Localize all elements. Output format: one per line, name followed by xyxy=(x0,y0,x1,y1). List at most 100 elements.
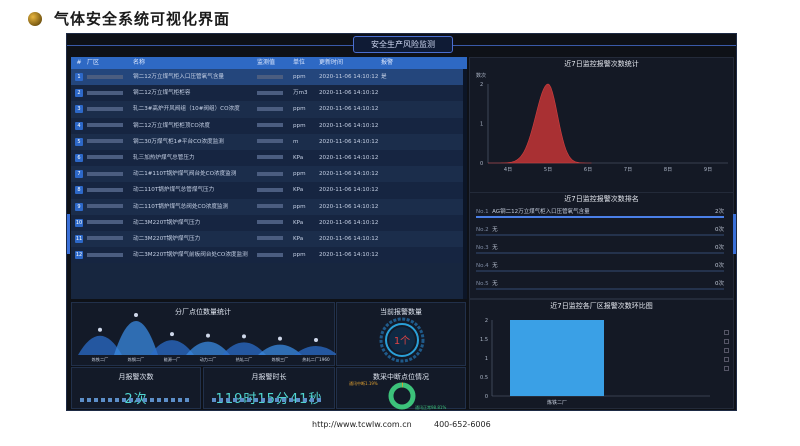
plant-point-peak xyxy=(150,340,194,355)
row-name: 钢二30万煤气柜1#平台CO浓度监测 xyxy=(133,138,224,145)
toolbox-icon[interactable] xyxy=(724,357,729,362)
rank-count: 0次 xyxy=(715,281,724,287)
alarm-trend-chart: 数次 0 1 2 4日 5日 6日 7日 8日 9日 xyxy=(476,72,728,173)
row-plant xyxy=(87,69,133,85)
row-time: 2020-11-06 14:10:12 xyxy=(319,187,379,194)
slide-header: 气体安全系统可视化界面 xyxy=(28,8,230,29)
table-row[interactable]: 12 动二3M220T锅炉煤气前板阀台处CO浓度监测 ppm 2020-11-06 1… xyxy=(71,247,467,264)
row-time: 2020-11-06 14:10:12 xyxy=(319,90,379,97)
plant-icon xyxy=(242,334,246,339)
row-name: 轧三加热炉煤气总管压力 xyxy=(133,154,195,161)
row-value xyxy=(257,134,293,150)
current-alarm-gauge: 1个 xyxy=(379,317,425,363)
alarm-trend-title: 近7日监控报警次数统计 xyxy=(564,60,639,68)
row-plant xyxy=(87,215,133,231)
toolbox-icon[interactable] xyxy=(724,348,729,353)
row-plant xyxy=(87,118,133,134)
rank-bar xyxy=(476,216,724,218)
table-row[interactable]: 3 轧二3#高炉开风阀组（10#阀组）CO浓度 ppm 2020-11-06 14:1… xyxy=(71,101,467,118)
alarm-trend-ylabel: 数次 xyxy=(476,72,486,79)
row-value xyxy=(257,118,293,134)
row-name: 动二3M220T锅炉煤气压力 xyxy=(133,219,201,226)
table-row[interactable]: 5 钢二30万煤气柜1#平台CO浓度监测 m 2020-11-06 14:10:12 xyxy=(71,133,467,150)
toolbox xyxy=(724,330,729,371)
row-plant xyxy=(87,247,133,263)
row-plant xyxy=(87,101,133,117)
row-number: 8 xyxy=(71,182,87,198)
plant-icon xyxy=(206,333,210,338)
row-name: 动二1#110T锅炉煤气阀台处CO浓度监测 xyxy=(133,171,237,178)
table-row[interactable]: 10 动二3M220T锅炉煤气压力 KPa 2020-11-06 14:10:12 xyxy=(71,214,467,231)
row-name: 钢二12万立煤气柜柜容 xyxy=(133,90,191,97)
row-time: 2020-11-06 14:10:12 xyxy=(319,235,379,242)
row-number: 11 xyxy=(75,234,83,243)
row-value xyxy=(257,182,293,198)
row-time: 2020-11-06 14:10:12 xyxy=(319,154,379,161)
trend-x-tick: 7日 xyxy=(624,167,632,173)
plant-point-peak xyxy=(114,321,158,355)
row-alarm xyxy=(381,118,421,134)
plant-icon xyxy=(134,313,138,317)
decorative-dots xyxy=(212,398,321,402)
rank-label: 无 xyxy=(492,281,498,287)
table-row[interactable]: 1 钢二12万立煤气柜入口压管氧气含量 ppm 2020-11-06 14:10:12… xyxy=(71,69,467,86)
row-unit: ppm xyxy=(293,252,306,259)
table-row[interactable]: 7 动二1#110T锅炉煤气阀台处CO浓度监测 ppm 2020-11-06 14:1… xyxy=(71,166,467,183)
trend-x-tick: 9日 xyxy=(704,167,712,173)
table-body: 1 钢二12万立煤气柜入口压管氧气含量 ppm 2020-11-06 14:10:12… xyxy=(71,69,467,264)
plant-alarm-title: 近7日监控各厂区报警次数环比图 xyxy=(550,302,653,310)
bar-y-tick: 1.5 xyxy=(480,337,488,343)
row-plant xyxy=(87,199,133,215)
bar-y-tick: 1 xyxy=(485,356,488,362)
table-row[interactable]: 2 钢二12万立煤气柜柜容 万m3 2020-11-06 14:10:12 xyxy=(71,85,467,102)
toolbox-icon[interactable] xyxy=(724,330,729,335)
row-unit: ppm xyxy=(293,171,306,178)
trend-y-tick: 1 xyxy=(480,122,483,128)
row-value xyxy=(257,150,293,166)
row-name: 动二3M220T锅炉煤气前板阀台处CO浓度监测 xyxy=(133,252,248,259)
dashboard-title: 安全生产风险监测 xyxy=(353,36,453,53)
row-number: 7 xyxy=(71,166,87,182)
bar-y-tick: 0.5 xyxy=(480,375,488,381)
plant-alarm-panel: 近7日监控各厂区报警次数环比图 0 0.5 1 1.5 2 炼铁二厂 xyxy=(469,299,734,409)
row-value xyxy=(257,199,293,215)
row-time: 2020-11-06 14:10:12 xyxy=(319,74,379,80)
bar-y-tick: 0 xyxy=(485,394,488,400)
row-number: 2 xyxy=(71,85,87,101)
row-unit: KPa xyxy=(293,235,304,242)
table-row[interactable]: 4 钢二12万立煤气柜柜顶CO浓度 ppm 2020-11-06 14:10:12 xyxy=(71,117,467,134)
toolbox-icon[interactable] xyxy=(724,366,729,371)
toolbox-icon[interactable] xyxy=(724,339,729,344)
rank-count: 0次 xyxy=(715,263,724,269)
trend-y-tick: 2 xyxy=(480,82,483,88)
plant-point-label: 炼铁二厂 xyxy=(92,356,109,363)
footer-url[interactable]: http://www.tcwlw.com.cn xyxy=(312,420,412,429)
monthly-duration-card: 月报警时长 119时15分41秒 xyxy=(203,367,335,409)
col-unit: 单位 xyxy=(293,59,306,66)
col-alarm: 报警 xyxy=(381,59,394,66)
rank-count: 2次 xyxy=(715,209,724,215)
current-alarm-card: 当前报警数量 1个 xyxy=(336,302,466,366)
table-scrollbar[interactable] xyxy=(463,69,467,299)
rank-bar xyxy=(476,252,724,254)
monthly-count-card: 月报警次数 2次 xyxy=(71,367,201,409)
table-row[interactable]: 6 轧三加热炉煤气总管压力 KPa 2020-11-06 14:10:12 xyxy=(71,149,467,167)
dashboard-header: 安全生产风险监测 xyxy=(67,34,736,54)
table-row[interactable]: 11 动二3M220T锅炉煤气压力 KPa 2020-11-06 14:10:12 xyxy=(71,230,467,248)
col-value: 监测值 xyxy=(257,59,276,66)
table-row[interactable]: 9 动二110T锅炉煤气总阀处CO浓度监测 ppm 2020-11-06 14:10:… xyxy=(71,198,467,215)
row-plant xyxy=(87,166,133,182)
table-row[interactable]: 8 动二110T锅炉煤气总管煤气压力 KPa 2020-11-06 14:10:12 xyxy=(71,182,467,199)
row-value xyxy=(257,215,293,231)
rank-label: 无 xyxy=(492,263,498,269)
row-time: 2020-11-06 14:10:12 xyxy=(319,106,379,113)
row-alarm xyxy=(381,231,421,247)
alarm-trend-panel: 近7日监控报警次数统计 数次 0 1 2 4日 5日 6日 7日 8日 9日 xyxy=(469,57,734,193)
row-number: 9 xyxy=(71,199,87,215)
plant-point-label: 炼钢二厂 xyxy=(128,356,145,363)
dashboard: 安全生产风险监测 # 厂区 名称 监测值 单位 更新时间 报警 1 钢二12万立煤… xyxy=(66,33,737,411)
col-time: 更新时间 xyxy=(319,59,344,66)
col-plant: 厂区 xyxy=(87,59,100,66)
row-alarm xyxy=(381,199,421,215)
row-unit: m xyxy=(293,138,299,145)
